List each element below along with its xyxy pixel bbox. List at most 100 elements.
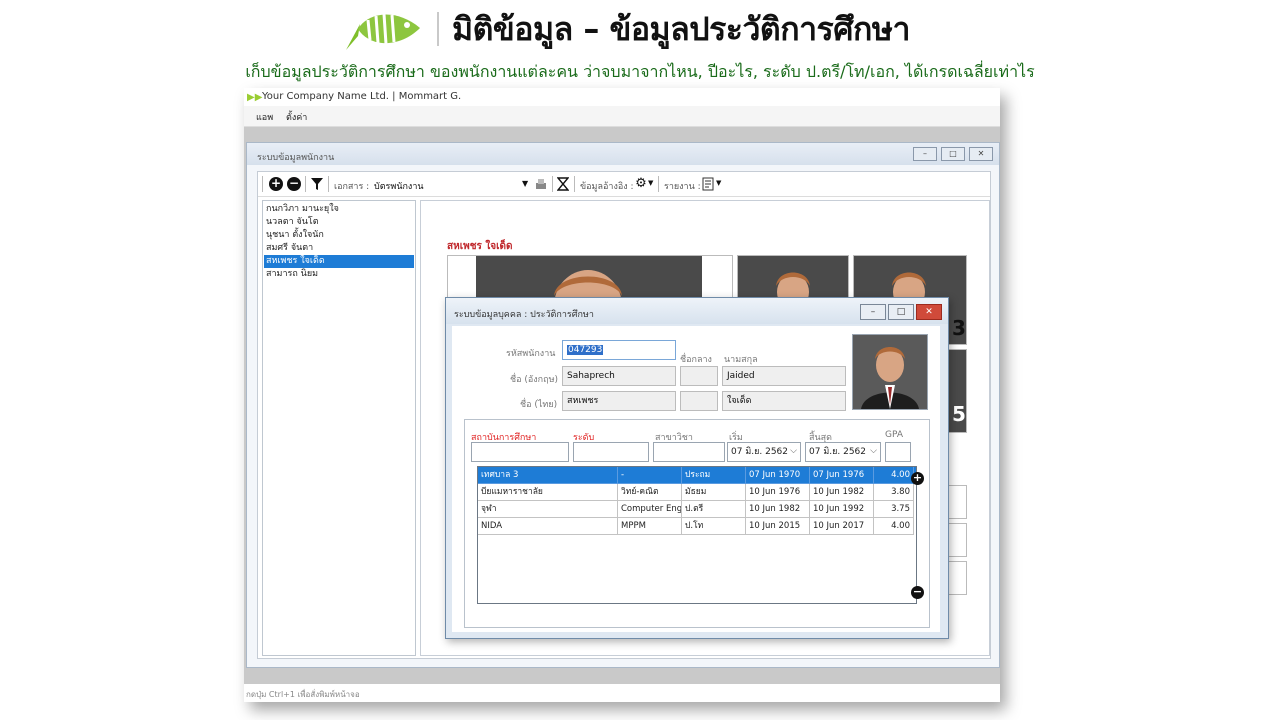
- table-row[interactable]: จุฬา Computer Eng ป.ตรี 10 Jun 1982 10 Jun 1…: [478, 501, 916, 518]
- close-button[interactable]: ✕: [969, 147, 993, 161]
- menu-bar: แอพ ตั้งค่า: [244, 106, 1000, 127]
- app-title: Your Company Name Ltd. | Mommart G.: [262, 91, 462, 102]
- status-bar: กดปุ่ม Ctrl+1 เพื่อสั่งพิมพ์หน้าจอ: [244, 684, 1000, 702]
- level-input[interactable]: [573, 442, 649, 462]
- emp-code-field[interactable]: 047293: [562, 340, 676, 360]
- menu-app[interactable]: แอพ: [256, 110, 273, 124]
- cell-end: 10 Jun 1992: [810, 501, 874, 518]
- cell-major: มัธยม: [682, 484, 746, 501]
- middle-name-en-field[interactable]: [680, 366, 718, 386]
- list-item[interactable]: สมศรี จันตา: [264, 242, 414, 255]
- cell-major: ป.โท: [682, 518, 746, 535]
- last-name-th-field[interactable]: ใจเด็ด: [722, 391, 846, 411]
- card-number: 3: [952, 316, 966, 340]
- maximize-button[interactable]: □: [888, 304, 914, 320]
- list-item[interactable]: กนกวิภา มานะยุใจ: [264, 203, 414, 216]
- card-number: 5: [952, 402, 966, 426]
- minimize-button[interactable]: –: [913, 147, 937, 161]
- table-row[interactable]: บียแมหาราชาลัย วิทย์-คณิต มัธยม 10 Jun 1976…: [478, 484, 916, 501]
- chevron-down-icon: ⌵: [790, 446, 797, 456]
- employee-name: สหเพชร ใจเด็ด: [447, 241, 513, 252]
- toolbar-separator: [658, 176, 659, 192]
- person-photo: [853, 335, 927, 409]
- toolbar-separator: [552, 176, 553, 192]
- filter-icon[interactable]: [310, 177, 324, 191]
- middle-name-label: ชื่อกลาง: [680, 355, 712, 365]
- menu-settings[interactable]: ตั้งค่า: [286, 110, 307, 124]
- cell-gpa: 4.00: [874, 467, 914, 484]
- list-item[interactable]: สามารถ นิยม: [264, 268, 414, 281]
- cell-institution: จุฬา: [478, 501, 618, 518]
- middle-name-th-field[interactable]: [680, 391, 718, 411]
- table-row-selected[interactable]: เทศบาล 3- ประถม 07 Jun 1970 07 Jun 1976 4.00: [478, 467, 916, 484]
- cell-start: 10 Jun 1982: [746, 501, 810, 518]
- print-icon[interactable]: [534, 177, 548, 191]
- gear-icon[interactable]: ⚙: [634, 177, 648, 191]
- document-dropdown-icon[interactable]: ▼: [522, 179, 528, 188]
- gear-dropdown-icon[interactable]: ▼: [648, 179, 653, 187]
- education-dialog: ระบบข้อมูลบุคคล : ประวัติการศึกษา – □ ✕ …: [445, 297, 949, 639]
- minimize-button[interactable]: –: [860, 304, 886, 320]
- hourglass-icon[interactable]: [557, 177, 569, 191]
- employee-photo[interactable]: [852, 334, 928, 410]
- close-button[interactable]: ✕: [916, 304, 942, 320]
- cell-level: วิทย์-คณิต: [618, 484, 682, 501]
- cell-level: MPPM: [618, 518, 682, 535]
- cell-end: 10 Jun 1982: [810, 484, 874, 501]
- reference-label: ข้อมูลอ้างอิง :: [580, 182, 634, 192]
- page-title: มิติข้อมูล – ข้อมูลประวัติการศึกษา: [452, 10, 910, 48]
- institution-input[interactable]: [471, 442, 569, 462]
- chevron-down-icon: ⌵: [870, 446, 877, 456]
- title-divider: [437, 12, 439, 46]
- major-input[interactable]: [653, 442, 725, 462]
- add-row-icon[interactable]: +: [911, 472, 924, 485]
- first-name-th-field[interactable]: สหเพชร: [562, 391, 676, 411]
- name-th-label: ชื่อ (ไทย): [520, 400, 558, 410]
- last-name-en-field[interactable]: Jaided: [722, 366, 846, 386]
- toolbar-separator: [328, 176, 329, 192]
- employee-window-title: ระบบข้อมูลพนักงาน: [257, 153, 335, 163]
- gpa-label: GPA: [885, 430, 903, 440]
- emp-code-label: รหัสพนักงาน: [506, 349, 556, 359]
- education-dialog-titlebar: ระบบข้อมูลบุคคล : ประวัติการศึกษา – □ ✕: [446, 298, 948, 324]
- education-dialog-title: ระบบข้อมูลบุคคล : ประวัติการศึกษา: [454, 310, 594, 320]
- table-row[interactable]: NIDA MPPM ป.โท 10 Jun 2015 10 Jun 2017 4.00: [478, 518, 916, 535]
- maximize-button[interactable]: □: [941, 147, 965, 161]
- cell-major: ประถม: [682, 467, 746, 484]
- employee-list: กนกวิภา มานะยุใจ นวลตา จันโต นุชนา ตั้งใ…: [262, 200, 416, 656]
- list-item[interactable]: นวลตา จันโต: [264, 216, 414, 229]
- start-date-picker[interactable]: 07 มิ.ย. 2562 ⌵: [727, 442, 801, 462]
- add-icon[interactable]: +: [269, 177, 283, 191]
- status-text: กดปุ่ม Ctrl+1 เพื่อสั่งพิมพ์หน้าจอ: [246, 690, 360, 699]
- cell-gpa: 3.75: [874, 501, 914, 518]
- document-label: เอกสาร :: [334, 182, 370, 192]
- cell-institution: NIDA: [478, 518, 618, 535]
- app-titlebar: ▶▶ Your Company Name Ltd. | Mommart G.: [244, 88, 1000, 106]
- toolbar-separator: [305, 176, 306, 192]
- toolbar-separator: [262, 176, 263, 192]
- emp-code-value: 047293: [567, 345, 604, 355]
- cell-end: 10 Jun 2017: [810, 518, 874, 535]
- toolbar-separator: [574, 176, 575, 192]
- page-subtitle: เก็บข้อมูลประวัติการศึกษา ของพนักงานแต่ล…: [245, 62, 1035, 81]
- first-name-en-field[interactable]: Sahaprech: [562, 366, 676, 386]
- report-icon[interactable]: [702, 177, 714, 191]
- education-section: สถาบันการศึกษา ระดับ สาขาวิชา เริ่ม สิ้น…: [464, 419, 930, 628]
- education-dialog-body: รหัสพนักงาน 047293 ชื่อกลาง นามสกุล ชื่อ…: [452, 326, 940, 632]
- remove-icon[interactable]: −: [287, 177, 301, 191]
- document-select[interactable]: บัตรพนักงาน: [374, 179, 424, 193]
- cell-institution: บียแมหาราชาลัย: [478, 484, 618, 501]
- remove-row-icon[interactable]: −: [911, 586, 924, 599]
- list-item-selected[interactable]: สหเพชร ใจเด็ด: [264, 255, 414, 268]
- report-dropdown-icon[interactable]: ▼: [716, 179, 721, 187]
- cell-major: ป.ตรี: [682, 501, 746, 518]
- cell-end: 07 Jun 1976: [810, 467, 874, 484]
- gpa-input[interactable]: [885, 442, 911, 462]
- end-date-value: 07 มิ.ย. 2562: [809, 447, 867, 457]
- list-item[interactable]: นุชนา ตั้งใจนัก: [264, 229, 414, 242]
- last-name-label: นามสกุล: [724, 355, 758, 365]
- employee-window-titlebar: ระบบข้อมูลพนักงาน – □ ✕: [247, 143, 999, 165]
- end-date-picker[interactable]: 07 มิ.ย. 2562 ⌵: [805, 442, 881, 462]
- fish-logo-icon: [346, 13, 420, 50]
- app-logo-icon: ▶▶: [247, 92, 263, 103]
